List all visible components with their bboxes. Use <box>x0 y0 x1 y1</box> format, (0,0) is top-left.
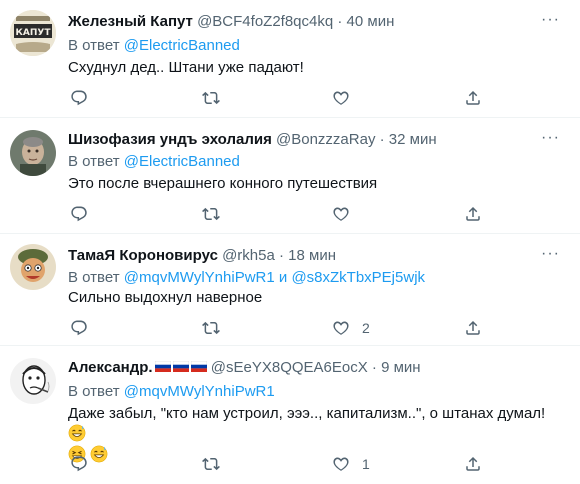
separator-dot: · <box>371 359 377 376</box>
russia-flag-icon <box>190 361 207 372</box>
like-button[interactable]: 1 <box>332 454 370 474</box>
reply-join-word: и <box>278 269 288 286</box>
tweet-text: Это после вчерашнего конного путешествия <box>68 175 378 192</box>
tweet-text: Схуднул дед.. Штани уже падают! <box>68 59 304 76</box>
timestamp[interactable]: 40 мин <box>347 13 395 30</box>
share-icon <box>464 89 482 107</box>
more-icon[interactable]: ··· <box>541 11 560 29</box>
timestamp[interactable]: 32 мин <box>389 131 437 148</box>
like-icon <box>332 319 350 337</box>
retweet-icon <box>202 89 220 107</box>
share-button[interactable] <box>464 88 482 108</box>
like-icon <box>332 205 350 223</box>
reply-context: В ответ @ElectricBanned <box>68 37 240 55</box>
reply-button[interactable] <box>70 88 88 108</box>
tweet-header: Железный Капут @BCF4foZ2f8qc4kq · 40 мин <box>68 13 394 31</box>
tweet-header: Шизофазия ундъ эхолалия @BonzzzaRay · 32… <box>68 131 437 149</box>
retweet-icon <box>202 319 220 337</box>
reply-context: В ответ @mqvMWylYnhiPwR1 и @s8xZkTbxPEj5… <box>68 269 425 287</box>
like-icon <box>332 89 350 107</box>
like-icon <box>332 455 350 473</box>
reply-prefix: В ответ <box>68 269 120 286</box>
russia-flag-icon <box>154 361 171 372</box>
tweet[interactable]: Шизофазия ундъ эхолалия @BonzzzaRay · 32… <box>0 118 580 234</box>
tweet[interactable]: Александр. @sEeYX8QQEA6EocX · 9 мин В от… <box>0 346 580 484</box>
russia-flag-icon <box>172 361 189 372</box>
reply-prefix: В ответ <box>68 383 120 400</box>
reply-context: В ответ @ElectricBanned <box>68 153 240 171</box>
reply-mention-link[interactable]: @ElectricBanned <box>124 37 240 54</box>
tweet[interactable]: КАПУТ Железный Капут @BCF4foZ2f8qc4kq · … <box>0 0 580 118</box>
author-name[interactable]: ТамаЯ Короновирус <box>68 247 218 264</box>
tweet-actions <box>68 204 488 224</box>
share-icon <box>464 205 482 223</box>
retweet-icon <box>202 455 220 473</box>
avatar[interactable] <box>10 244 56 290</box>
avatar-image <box>10 244 56 290</box>
avatar[interactable] <box>10 358 56 404</box>
retweet-button[interactable] <box>202 318 220 338</box>
avatar-image <box>10 358 56 404</box>
separator-dot: · <box>279 247 284 264</box>
tweet-actions: 1 <box>68 454 488 474</box>
reply-icon <box>70 319 88 337</box>
reply-context: В ответ @mqvMWylYnhiPwR1 <box>68 383 275 401</box>
share-icon <box>464 455 482 473</box>
timestamp[interactable]: 9 мин <box>381 359 421 376</box>
avatar-image: КАПУТ <box>10 10 56 56</box>
separator-dot: · <box>379 131 385 148</box>
like-button[interactable] <box>332 204 362 224</box>
reply-icon <box>70 455 88 473</box>
reply-mention-link[interactable]: @mqvMWylYnhiPwR1 <box>124 383 275 400</box>
reply-button[interactable] <box>70 454 88 474</box>
tweet-text: Даже забыл, "кто нам устроил, эээ.., кап… <box>68 405 546 422</box>
tweet-header: ТамаЯ Короновирус @rkh5a · 18 мин <box>68 247 336 265</box>
reply-mention-link[interactable]: @mqvMWylYnhiPwR1 <box>124 269 275 286</box>
separator-dot: · <box>337 13 343 30</box>
reply-mention-link-2[interactable]: @s8xZkTbxPEj5wjk <box>291 269 425 286</box>
more-icon[interactable]: ··· <box>541 245 560 263</box>
more-icon[interactable]: ··· <box>541 129 560 147</box>
reply-icon <box>70 89 88 107</box>
avatar-image <box>10 130 56 176</box>
like-count: 1 <box>362 456 370 472</box>
share-icon <box>464 319 482 337</box>
retweet-button[interactable] <box>202 454 220 474</box>
author-name[interactable]: Шизофазия ундъ эхолалия <box>68 131 272 148</box>
timestamp[interactable]: 18 мин <box>288 247 336 264</box>
author-name[interactable]: Александр. <box>68 359 153 376</box>
tweet-actions: 2 <box>68 318 488 338</box>
share-button[interactable] <box>464 318 482 338</box>
tweet-header: Александр. @sEeYX8QQEA6EocX · 9 мин <box>68 359 421 377</box>
sweat-smile-emoji-icon <box>68 424 86 442</box>
tweet[interactable]: ТамаЯ Короновирус @rkh5a · 18 мин ··· В … <box>0 234 580 346</box>
avatar-logo-text: КАПУТ <box>16 28 52 38</box>
reply-prefix: В ответ <box>68 153 120 170</box>
reply-prefix: В ответ <box>68 37 120 54</box>
like-count: 2 <box>362 320 370 336</box>
retweet-button[interactable] <box>202 204 220 224</box>
share-button[interactable] <box>464 454 482 474</box>
author-handle[interactable]: @sEeYX8QQEA6EocX <box>211 359 368 376</box>
reply-mention-link[interactable]: @ElectricBanned <box>124 153 240 170</box>
like-button[interactable]: 2 <box>332 318 370 338</box>
author-name[interactable]: Железный Капут <box>68 13 193 30</box>
share-button[interactable] <box>464 204 482 224</box>
author-handle[interactable]: @rkh5a <box>222 247 275 264</box>
author-handle[interactable]: @BCF4foZ2f8qc4kq <box>197 13 333 30</box>
retweet-icon <box>202 205 220 223</box>
avatar[interactable]: КАПУТ <box>10 10 56 56</box>
like-button[interactable] <box>332 88 362 108</box>
avatar[interactable] <box>10 130 56 176</box>
author-handle[interactable]: @BonzzzaRay <box>276 131 375 148</box>
tweet-actions <box>68 88 488 108</box>
reply-button[interactable] <box>70 318 88 338</box>
reply-button[interactable] <box>70 204 88 224</box>
retweet-button[interactable] <box>202 88 220 108</box>
reply-icon <box>70 205 88 223</box>
tweet-text: Сильно выдохнул наверное <box>68 289 263 306</box>
